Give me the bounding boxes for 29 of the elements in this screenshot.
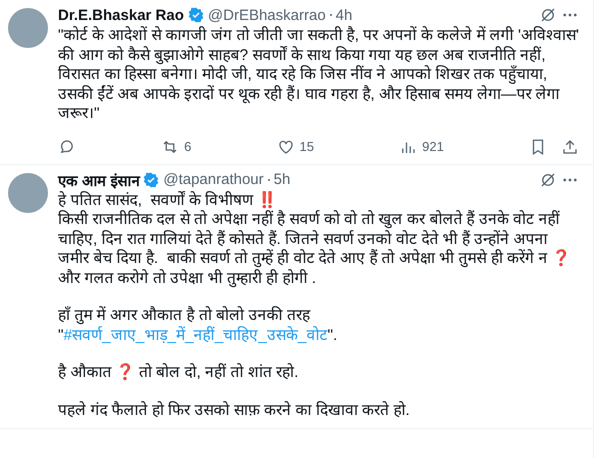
heart-icon	[276, 138, 295, 156]
slashed-circle-icon[interactable]	[539, 170, 557, 188]
tweet-text: पहले गंद फैलाते हो फिर उसको साफ़ करने का दिखावा करते हो.	[58, 402, 410, 418]
tweet-text: "	[58, 326, 64, 344]
tweet-text: ".	[327, 326, 338, 344]
author-name[interactable]: Dr.E.Bhaskar Rao	[58, 6, 184, 24]
tweet-text: "कोर्ट के आदेशों से कागजी जंग तो जीती जा सकती है, पर अपनों के कलेजे में लगी 'अविश्वास' की आग को कैसे बुझाओगे साहब? सवर्णों के साथ किया गया यह छल अब राजनीति नहीं, विरासत का हिस्सा बनेगा। मोदी जी, याद रहे कि जिस नींव ने आपको शिखर तक पहुँचाया, उसकी ईंटें अब आपके इरादों पर थूक रही हैं। घाव गहरा है, और हिसाब समय लेगा—पर लेगा जरूर।"	[58, 27, 580, 122]
reply-button[interactable]	[58, 138, 76, 156]
author-handle[interactable]: @DrEBhaskarrao	[208, 6, 326, 24]
avatar-photo-placeholder	[8, 8, 48, 48]
post-time[interactable]: 4h	[336, 6, 352, 24]
verified-badge-icon	[188, 7, 204, 23]
reply-icon	[58, 138, 76, 156]
separator-dot	[268, 178, 270, 180]
post-time[interactable]: 5h	[274, 171, 290, 188]
repost-button[interactable]: 6	[161, 138, 192, 156]
author-name[interactable]: एक आम इंसान	[58, 170, 140, 190]
like-button[interactable]: 15	[276, 138, 314, 156]
avatar-photo-placeholder	[8, 172, 48, 212]
author-handle[interactable]: @tapanrathour	[163, 171, 264, 188]
views-button[interactable]: 921	[399, 138, 444, 156]
slashed-circle-icon[interactable]	[539, 6, 557, 24]
separator-dot	[330, 14, 332, 16]
tweet-text: हाँ तुम में अगर औकात है तो बोलो उनकी तरह	[58, 307, 310, 324]
verified-badge-icon	[143, 172, 160, 188]
tweet-text: है औकात ❓ तो बोल दो, नहीं तो शांत रहो.	[58, 364, 298, 381]
tweet-text: हे पतित सासंद, सवर्णों के विभीषण ‼	[58, 192, 276, 208]
tweet-text: किसी राजनीतिक दल से तो अपेक्षा नहीं है सवर्ण को वो तो खुल कर बोलते हैं उनके वोट नहीं चाहिए, दिन रात गालियां देते हैं कोसते हैं. जितने सवर्ण उनको वोट देते भी हैं उन्होंने अपना जमीर बेच दिया है. बाकी सवर्ण तो तुम्हें ही वोट देते आए हैं तो अपेक्षा भी तुमसे ही करेंगे न ❓ और गलत करोगे तो उपेक्षा भी तुम्हारी ही होगी .	[58, 211, 572, 286]
share-icon[interactable]	[560, 138, 579, 156]
